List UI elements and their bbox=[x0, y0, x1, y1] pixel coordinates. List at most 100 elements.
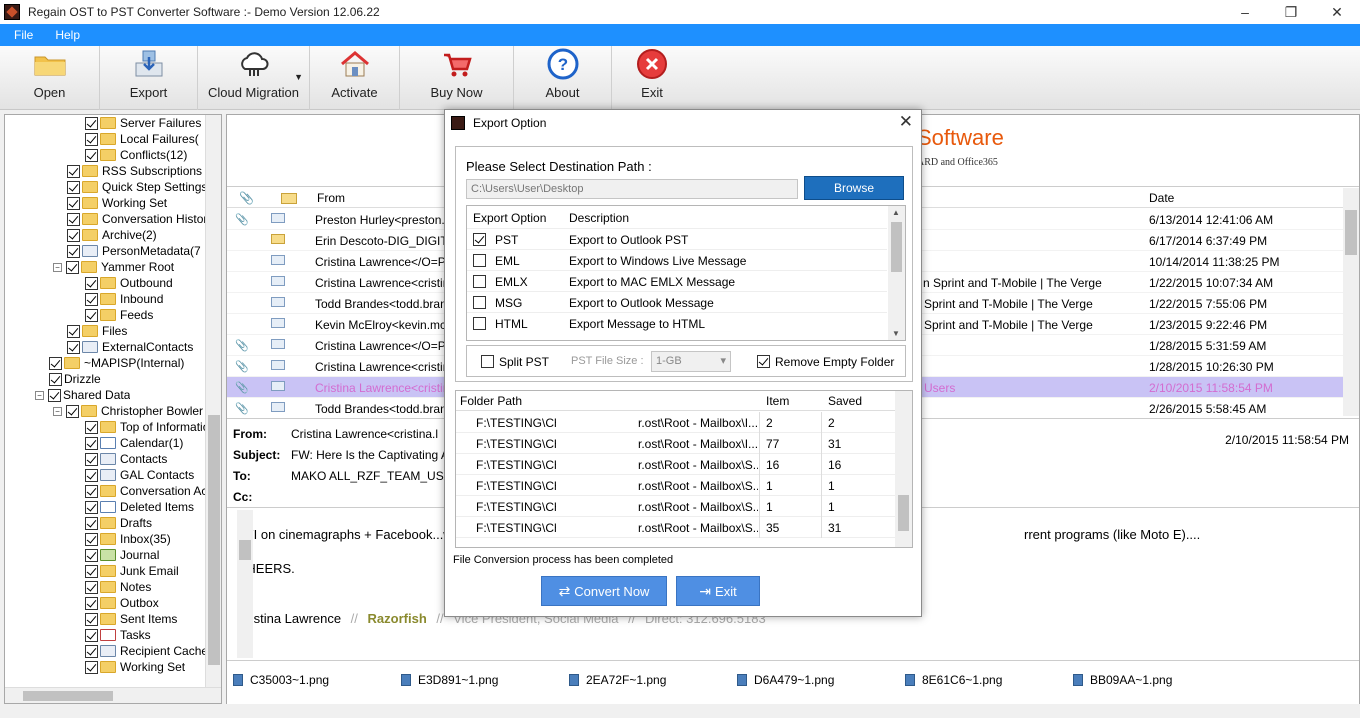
attachment-item[interactable]: 2EA72F~1.png bbox=[569, 673, 666, 687]
chevron-down-icon[interactable]: ▼ bbox=[294, 72, 303, 82]
tree-item[interactable]: ExternalContacts bbox=[67, 339, 193, 355]
tree-item[interactable]: Journal bbox=[85, 547, 159, 563]
export-button[interactable]: Export bbox=[100, 46, 198, 110]
tree-item[interactable]: Sent Items bbox=[85, 611, 177, 627]
tree-item[interactable]: Quick Step Settings bbox=[67, 179, 207, 195]
tree-checkbox[interactable] bbox=[67, 180, 80, 194]
about-button[interactable]: ? About bbox=[514, 46, 612, 110]
attachment-item[interactable]: C35003~1.png bbox=[233, 673, 329, 687]
tree-item[interactable]: Feeds bbox=[85, 307, 153, 323]
tree-checkbox[interactable] bbox=[85, 596, 98, 610]
results-row[interactable]: F:\TESTING\Ch r.ost\Root - Mailbox\S... 16… bbox=[456, 454, 896, 475]
tree-item[interactable]: Working Set bbox=[85, 659, 185, 675]
tree-checkbox[interactable] bbox=[85, 516, 98, 530]
tree-item[interactable]: PersonMetadata(7 bbox=[67, 243, 201, 259]
message-body-scrollbar[interactable] bbox=[237, 510, 253, 658]
tree-checkbox[interactable] bbox=[48, 388, 61, 402]
tree-item[interactable]: Working Set bbox=[67, 195, 167, 211]
tree-checkbox[interactable] bbox=[67, 340, 80, 354]
tree-item[interactable]: Conversation History bbox=[67, 211, 213, 227]
tree-checkbox[interactable] bbox=[85, 644, 98, 658]
tree-item[interactable]: ~MAPISP(Internal) bbox=[49, 355, 184, 371]
close-icon[interactable]: ✕ bbox=[899, 112, 913, 132]
tree-checkbox[interactable] bbox=[85, 116, 98, 130]
tree-checkbox[interactable] bbox=[67, 196, 80, 210]
attachment-column-icon[interactable]: 📎 bbox=[239, 191, 254, 205]
results-scrollbar[interactable] bbox=[895, 391, 912, 547]
tree-item[interactable]: Conversation Actions bbox=[85, 483, 221, 499]
tree-item[interactable]: Drizzle bbox=[49, 371, 101, 387]
attachment-item[interactable]: E3D891~1.png bbox=[401, 673, 498, 687]
tree-checkbox[interactable] bbox=[49, 372, 62, 386]
tree-item[interactable]: Local Failures( bbox=[85, 131, 199, 147]
tree-item[interactable]: GAL Contacts bbox=[85, 467, 194, 483]
tree-item[interactable]: − Shared Data bbox=[35, 387, 130, 403]
tree-checkbox[interactable] bbox=[85, 452, 98, 466]
scroll-down-icon[interactable]: ▼ bbox=[892, 329, 900, 338]
tree-item[interactable]: Outbound bbox=[85, 275, 173, 291]
tree-checkbox[interactable] bbox=[67, 228, 80, 242]
maximize-button[interactable]: ❐ bbox=[1268, 0, 1314, 24]
export-option-row[interactable]: PST Export to Outlook PST bbox=[467, 228, 887, 249]
tree-checkbox[interactable] bbox=[67, 212, 80, 226]
tree-item[interactable]: Inbox(35) bbox=[85, 531, 171, 547]
tree-checkbox[interactable] bbox=[85, 500, 98, 514]
export-option-row[interactable]: EMLX Export to MAC EMLX Message bbox=[467, 270, 887, 291]
tree-item[interactable]: Top of Information bbox=[85, 419, 216, 435]
tree-item[interactable]: Archive(2) bbox=[67, 227, 157, 243]
tree-checkbox[interactable] bbox=[85, 292, 98, 306]
menu-file[interactable]: File bbox=[6, 28, 41, 42]
message-list-scrollbar[interactable] bbox=[1343, 188, 1359, 416]
tree-item[interactable]: Junk Email bbox=[85, 563, 179, 579]
tree-item[interactable]: RSS Subscriptions bbox=[67, 163, 202, 179]
tree-checkbox[interactable] bbox=[85, 148, 98, 162]
tree-item[interactable]: Drafts bbox=[85, 515, 152, 531]
export-option-row[interactable]: MSG Export to Outlook Message bbox=[467, 291, 887, 312]
remove-empty-folder-checkbox[interactable] bbox=[757, 355, 770, 368]
scroll-up-icon[interactable]: ▲ bbox=[892, 208, 900, 217]
tree-checkbox[interactable] bbox=[85, 436, 98, 450]
collapse-icon[interactable]: − bbox=[53, 406, 62, 416]
tree-item[interactable]: Deleted Items bbox=[85, 499, 194, 515]
option-list-scrollbar[interactable]: ▲ ▼ bbox=[888, 206, 905, 340]
tree-checkbox[interactable] bbox=[85, 468, 98, 482]
results-row[interactable]: F:\TESTING\Ch r.ost\Root - Mailbox\S... 35… bbox=[456, 517, 896, 538]
export-option-row[interactable]: HTML Export Message to HTML bbox=[467, 312, 887, 333]
tree-item[interactable]: Outbox bbox=[85, 595, 159, 611]
export-option-checkbox[interactable] bbox=[473, 233, 486, 246]
cloud-migration-button[interactable]: Cloud Migration ▼ bbox=[198, 46, 310, 110]
activate-button[interactable]: Activate bbox=[310, 46, 400, 110]
tree-checkbox[interactable] bbox=[66, 260, 79, 274]
tree-item[interactable]: Notes bbox=[85, 579, 151, 595]
tree-checkbox[interactable] bbox=[85, 484, 98, 498]
tree-item[interactable]: Files bbox=[67, 323, 127, 339]
tree-checkbox[interactable] bbox=[67, 324, 80, 338]
export-option-checkbox[interactable] bbox=[473, 317, 486, 330]
tree-horizontal-scrollbar[interactable] bbox=[5, 687, 221, 703]
tree-checkbox[interactable] bbox=[66, 404, 79, 418]
collapse-icon[interactable]: − bbox=[35, 390, 44, 400]
column-from[interactable]: From bbox=[317, 191, 345, 205]
convert-now-button[interactable]: ⇄ Convert Now bbox=[541, 576, 667, 606]
tree-item[interactable]: Contacts bbox=[85, 451, 167, 467]
tree-item[interactable]: Conflicts(12) bbox=[85, 147, 187, 163]
tree-checkbox[interactable] bbox=[85, 420, 98, 434]
open-button[interactable]: Open bbox=[0, 46, 100, 110]
tree-checkbox[interactable] bbox=[85, 276, 98, 290]
minimize-button[interactable]: – bbox=[1222, 0, 1268, 24]
tree-checkbox[interactable] bbox=[49, 356, 62, 370]
menu-help[interactable]: Help bbox=[47, 28, 88, 42]
pst-file-size-select[interactable]: 1-GB bbox=[651, 351, 731, 372]
tree-item[interactable]: − Yammer Root bbox=[53, 259, 174, 275]
attachment-item[interactable]: BB09AA~1.png bbox=[1073, 673, 1172, 687]
close-window-button[interactable]: ✕ bbox=[1314, 0, 1360, 24]
exit-button[interactable]: Exit bbox=[612, 46, 692, 110]
browse-button[interactable]: Browse bbox=[804, 176, 904, 200]
attachment-item[interactable]: D6A479~1.png bbox=[737, 673, 834, 687]
tree-checkbox[interactable] bbox=[85, 580, 98, 594]
results-row[interactable]: F:\TESTING\Ch r.ost\Root - Mailbox\I... 2 2 bbox=[456, 412, 896, 433]
tree-checkbox[interactable] bbox=[67, 244, 80, 258]
results-row[interactable]: F:\TESTING\Ch r.ost\Root - Mailbox\S... 1 1 bbox=[456, 496, 896, 517]
tree-checkbox[interactable] bbox=[85, 308, 98, 322]
tree-item[interactable]: − Christopher Bowler bbox=[53, 403, 203, 419]
